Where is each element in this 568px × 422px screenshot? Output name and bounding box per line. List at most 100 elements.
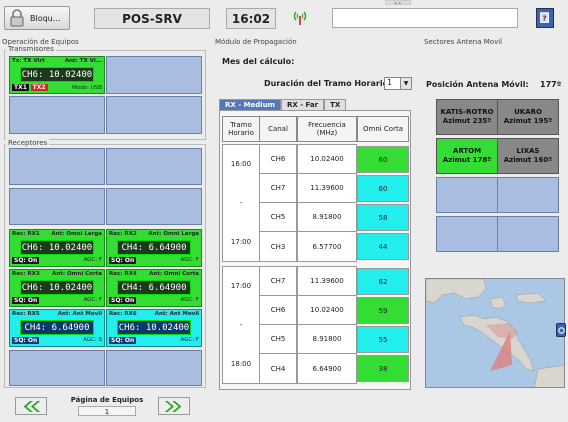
canal-cell: CH5 xyxy=(259,324,297,354)
omni-cell: 44 xyxy=(357,233,409,260)
next-page-button[interactable] xyxy=(158,397,190,415)
omni-cell: 38 xyxy=(357,355,409,382)
sq-tag[interactable]: SQ: On xyxy=(109,337,137,344)
sector-name: UKARO xyxy=(514,108,542,116)
rx-tile[interactable]: Rec: RX6 Ant: Ant Movil CH6: 10.02400 SQ:… xyxy=(106,309,202,347)
tx-name: Tx: TX Virt xyxy=(12,58,45,64)
rx-name: Rec: RX6 xyxy=(109,311,137,317)
rx-tile[interactable]: Rec: RX4 Ant: Omni Corta CH4: 6.64900 SQ:… xyxy=(106,269,202,307)
central-america-map xyxy=(426,279,564,387)
rx-tile[interactable]: Rec: RX3 Ant: Omni Corta CH6: 10.02400 SQ… xyxy=(9,269,105,307)
posicion-label: Posición Antena Móvil: xyxy=(426,80,529,89)
empty-sector-slot[interactable] xyxy=(497,216,559,252)
canal-cell: CH4 xyxy=(259,353,297,384)
empty-rx-slot[interactable] xyxy=(106,188,202,225)
rx-name: Rec: RX4 xyxy=(109,271,137,277)
page-label: Página de Equipos xyxy=(70,396,144,404)
header-omni-corta: Omni Corta xyxy=(357,116,409,142)
frecuencia-cell: 8.91800 xyxy=(297,324,357,354)
tx2-tag[interactable]: TX2 xyxy=(30,84,48,91)
tx-channel: CH6: 10.02400 xyxy=(20,67,94,82)
header-canal: Canal xyxy=(259,116,297,142)
empty-rx-slot[interactable] xyxy=(9,188,105,225)
rx-channel: CH6: 10.02400 xyxy=(20,240,94,255)
rx-antenna: Ant: Omni Corta xyxy=(52,271,102,277)
double-chevron-left-icon xyxy=(23,400,41,412)
omni-cell: 58 xyxy=(357,204,409,231)
rx-antenna: Ant: Omni Larga xyxy=(51,231,102,237)
canal-cell: CH5 xyxy=(259,202,297,232)
rx-antenna: Ant: Ant Movil xyxy=(57,311,102,317)
lock-icon xyxy=(10,9,24,27)
empty-sector-slot[interactable] xyxy=(436,177,498,213)
sq-tag[interactable]: SQ: On xyxy=(109,257,137,264)
tramo-end: 17:00 xyxy=(230,237,252,246)
frecuencia-cell: 11.39600 xyxy=(297,266,357,296)
agc-label: AGC: F xyxy=(180,337,199,343)
omni-cell: 59 xyxy=(357,297,409,324)
tramo-start: 17:00 xyxy=(230,282,252,291)
agc-label: AGC: F xyxy=(180,297,199,303)
agc-label: AGC: F xyxy=(180,257,199,263)
rx-tile[interactable]: Rec: RX5 Ant: Ant Movil CH4: 6.64900 SQ: … xyxy=(9,309,105,347)
tramo-cell: 16:00 - 17:00 xyxy=(222,144,260,262)
sectores-section-title: Sectores Antena Movil xyxy=(424,38,503,46)
empty-sector-slot[interactable] xyxy=(436,216,498,252)
tramo-end: 18:00 xyxy=(230,359,252,368)
sector-button-katis-rotro[interactable]: KATIS-ROTRO Azimut 235º xyxy=(436,99,498,135)
receptores-label: Receptores xyxy=(6,139,50,147)
empty-tx-slot[interactable] xyxy=(9,96,105,134)
sq-tag[interactable]: SQ: On xyxy=(12,257,40,264)
empty-tx-slot[interactable] xyxy=(106,96,202,134)
rx-channel: CH4: 6.64900 xyxy=(117,240,191,255)
page-number: 1 xyxy=(78,406,136,416)
empty-rx-slot[interactable] xyxy=(9,350,105,386)
sector-button-lixas[interactable]: LIXAS Azimut 160º xyxy=(497,138,559,174)
tab-tx[interactable]: TX xyxy=(324,99,347,110)
empty-sector-slot[interactable] xyxy=(497,177,559,213)
window-grip-icon[interactable]: ▾ ✕ xyxy=(385,0,411,5)
duracion-select[interactable]: 1 ▼ xyxy=(384,77,412,90)
sector-azimut: Azimut 195º xyxy=(503,117,553,125)
omni-cell: 60 xyxy=(357,175,409,202)
canal-cell: CH6 xyxy=(259,144,297,174)
sq-tag[interactable]: SQ: On xyxy=(109,297,137,304)
lock-button[interactable]: Bloqu... xyxy=(4,6,70,30)
empty-rx-slot[interactable] xyxy=(106,148,202,185)
canal-cell: CH7 xyxy=(259,173,297,203)
prev-page-button[interactable] xyxy=(15,397,47,415)
tramo-start: 16:00 xyxy=(230,160,252,169)
rx-name: Rec: RX2 xyxy=(109,231,137,237)
rx-tile[interactable]: Rec: RX2 Ant: Omni Larga CH4: 6.64900 SQ:… xyxy=(106,229,202,267)
sq-tag[interactable]: SQ: On xyxy=(12,297,40,304)
empty-tx-slot[interactable] xyxy=(106,56,202,94)
frecuencia-cell: 6.57700 xyxy=(297,231,357,262)
agc-label: AGC: F xyxy=(83,297,102,303)
tx1-tag[interactable]: TX1 xyxy=(12,84,29,91)
tx-mode: Modo: USB xyxy=(72,84,102,91)
antenna-map[interactable] xyxy=(425,278,565,388)
svg-text:?: ? xyxy=(542,14,546,23)
tx-tile[interactable]: Tx: TX Virt Ant: TX Vi... CH6: 10.02400 … xyxy=(9,56,105,94)
mes-label: Mes del cálculo: xyxy=(222,57,295,66)
help-button[interactable]: ? xyxy=(536,8,554,28)
rx-channel: CH6: 10.02400 xyxy=(20,280,94,295)
canal-cell: CH6 xyxy=(259,295,297,325)
map-expand-button[interactable] xyxy=(556,323,566,337)
sector-button-artom[interactable]: ARTOM Azimut 178º xyxy=(436,138,498,174)
tab-rx-medium[interactable]: RX - Medium xyxy=(219,99,281,110)
rx-antenna: Ant: Omni Corta xyxy=(149,271,199,277)
message-field[interactable] xyxy=(332,8,518,28)
sector-button-ukaro[interactable]: UKARO Azimut 195º xyxy=(497,99,559,135)
sector-name: KATIS-ROTRO xyxy=(440,108,494,116)
tab-rx-far[interactable]: RX - Far xyxy=(280,99,325,110)
server-name: POS-SRV xyxy=(94,8,210,29)
tramo-cell: 17:00 - 18:00 xyxy=(222,266,260,384)
lock-label: Bloqu... xyxy=(30,13,61,23)
empty-rx-slot[interactable] xyxy=(9,148,105,185)
sq-tag[interactable]: SQ: On xyxy=(12,337,40,344)
rx-tile[interactable]: Rec: RX1 Ant: Omni Larga CH6: 10.02400 SQ… xyxy=(9,229,105,267)
agc-label: AGC: S xyxy=(83,337,102,343)
rx-name: Rec: RX5 xyxy=(12,311,40,317)
empty-rx-slot[interactable] xyxy=(106,350,202,386)
